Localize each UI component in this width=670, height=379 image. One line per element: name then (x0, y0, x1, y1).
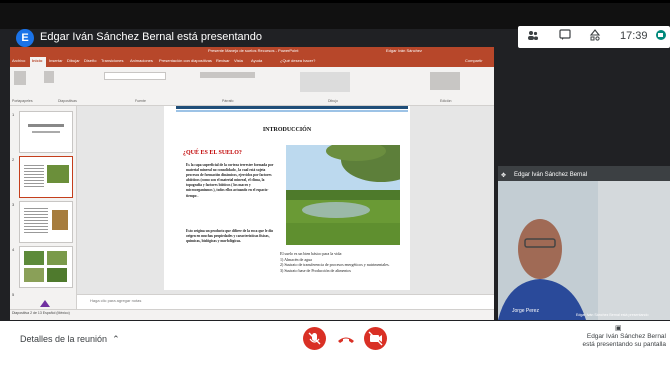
share-button[interactable]: Compartir (465, 58, 483, 63)
tell-me-box[interactable]: ¿Qué desea hacer? (280, 58, 315, 63)
tab-presentacion[interactable]: Presentación con diapositivas (159, 58, 212, 63)
webcam-presenting-label: Edgar Iván Sánchez Bernal está presentan… (576, 313, 649, 317)
participant-name: Edgar Iván Sánchez Bernal (514, 172, 588, 178)
presenter-avatar: E (16, 29, 34, 47)
font-select[interactable] (104, 72, 166, 80)
group-dibujo: Dibujo (328, 99, 338, 103)
mic-off-button[interactable] (303, 327, 326, 350)
tab-vista[interactable]: Vista (234, 58, 243, 63)
slide-paragraph-1: Es la capa superficial de la corteza ter… (186, 163, 274, 198)
meeting-details-label: Detalles de la reunión (20, 334, 108, 344)
camera-off-icon (368, 331, 383, 346)
mic-off-icon (308, 332, 321, 345)
window-title: Presente Manejo de suelos Recursos - Pow… (208, 48, 299, 53)
notes-placeholder: Haga clic para agregar notas (90, 298, 142, 303)
statusbar-text: Diapositiva 2 de 13 Español (México) (12, 311, 70, 315)
powerpoint-statusbar (10, 309, 494, 320)
slide-paragraph-2: Esto origina un producto que difiere de … (186, 229, 274, 244)
group-portapapeles: Portapapeles (12, 99, 33, 103)
present-screen-icon[interactable]: ▣ (615, 324, 622, 332)
group-fuente: Fuente (135, 99, 146, 103)
slide-thumbnail-4[interactable] (19, 246, 73, 288)
google-meet-icon (654, 29, 668, 43)
list-item: 2) Sustrato de transferencia de procesos… (280, 262, 390, 268)
group-diapositivas: Diapositivas (58, 99, 77, 103)
list-item: 3) Sustrato base de Producción de alimen… (280, 267, 351, 273)
thumb-number: 2 (12, 157, 15, 162)
tab-insertar[interactable]: Insertar (49, 58, 63, 63)
tab-revisar[interactable]: Revisar (216, 58, 230, 63)
shapes-icon[interactable] (588, 29, 602, 43)
pin-icon[interactable]: ✥ (501, 172, 506, 179)
tab-animaciones[interactable]: Animaciones (130, 58, 153, 63)
landscape-photo (286, 145, 400, 245)
meeting-control-bar (0, 321, 670, 379)
slide-title: INTRODUCCIÓN (262, 127, 312, 133)
group-edicion: Edición (440, 99, 452, 103)
window-user: Edgar Iván Sánchez (386, 48, 423, 53)
tab-diseno[interactable]: Diseño (84, 58, 96, 63)
clock: 17:39 (620, 30, 648, 42)
paste-button[interactable] (14, 71, 26, 85)
tab-archivo[interactable]: Archivo (12, 58, 25, 63)
editing-buttons[interactable] (430, 72, 460, 90)
presenter-title: Edgar Iván Sánchez Bernal está presentan… (40, 31, 262, 43)
tab-transiciones[interactable]: Transiciones (101, 58, 124, 63)
thumb-number: 5 (12, 292, 15, 297)
slide-header-stripe-light (176, 110, 408, 112)
thumbnail-marker (40, 300, 50, 307)
presenting-status: Edgar Iván Sánchez Bernal está presentan… (582, 333, 666, 348)
hang-up-icon (338, 337, 354, 343)
new-slide-button[interactable] (44, 71, 54, 83)
thumb-number: 1 (12, 112, 15, 117)
slide-thumbnail-3[interactable] (19, 201, 73, 243)
tab-inicio[interactable]: Inicio (32, 58, 42, 63)
slide-thumbnail-2[interactable] (19, 156, 73, 198)
people-icon[interactable] (526, 29, 540, 43)
hang-up-button[interactable] (336, 333, 356, 345)
group-parrafo: Párrafo (222, 99, 234, 103)
webcam-name: Jorge Perez (512, 308, 539, 314)
thumb-number: 3 (12, 202, 15, 207)
participant-video (498, 181, 670, 320)
drawing-shapes[interactable] (300, 72, 350, 92)
slide-thumbnail-1[interactable] (19, 111, 73, 153)
tab-ayuda[interactable]: Ayuda (251, 58, 262, 63)
presenter-bar (0, 0, 670, 29)
chat-icon[interactable] (558, 29, 572, 43)
slide-subtitle: ¿QUÉ ES EL SUELO? (183, 150, 242, 156)
chevron-up-icon: ⌃ (109, 334, 120, 344)
paragraph-buttons[interactable] (200, 72, 255, 78)
tab-dibujar[interactable]: Dibujar (67, 58, 80, 63)
meeting-details-button[interactable]: Detalles de la reunión ⌃ (20, 334, 120, 345)
slide-header-stripe (176, 106, 408, 109)
camera-off-button[interactable] (364, 327, 387, 350)
slide-list: El suelo es un bien básico para la vida:… (280, 251, 408, 273)
thumb-number: 4 (12, 247, 15, 252)
